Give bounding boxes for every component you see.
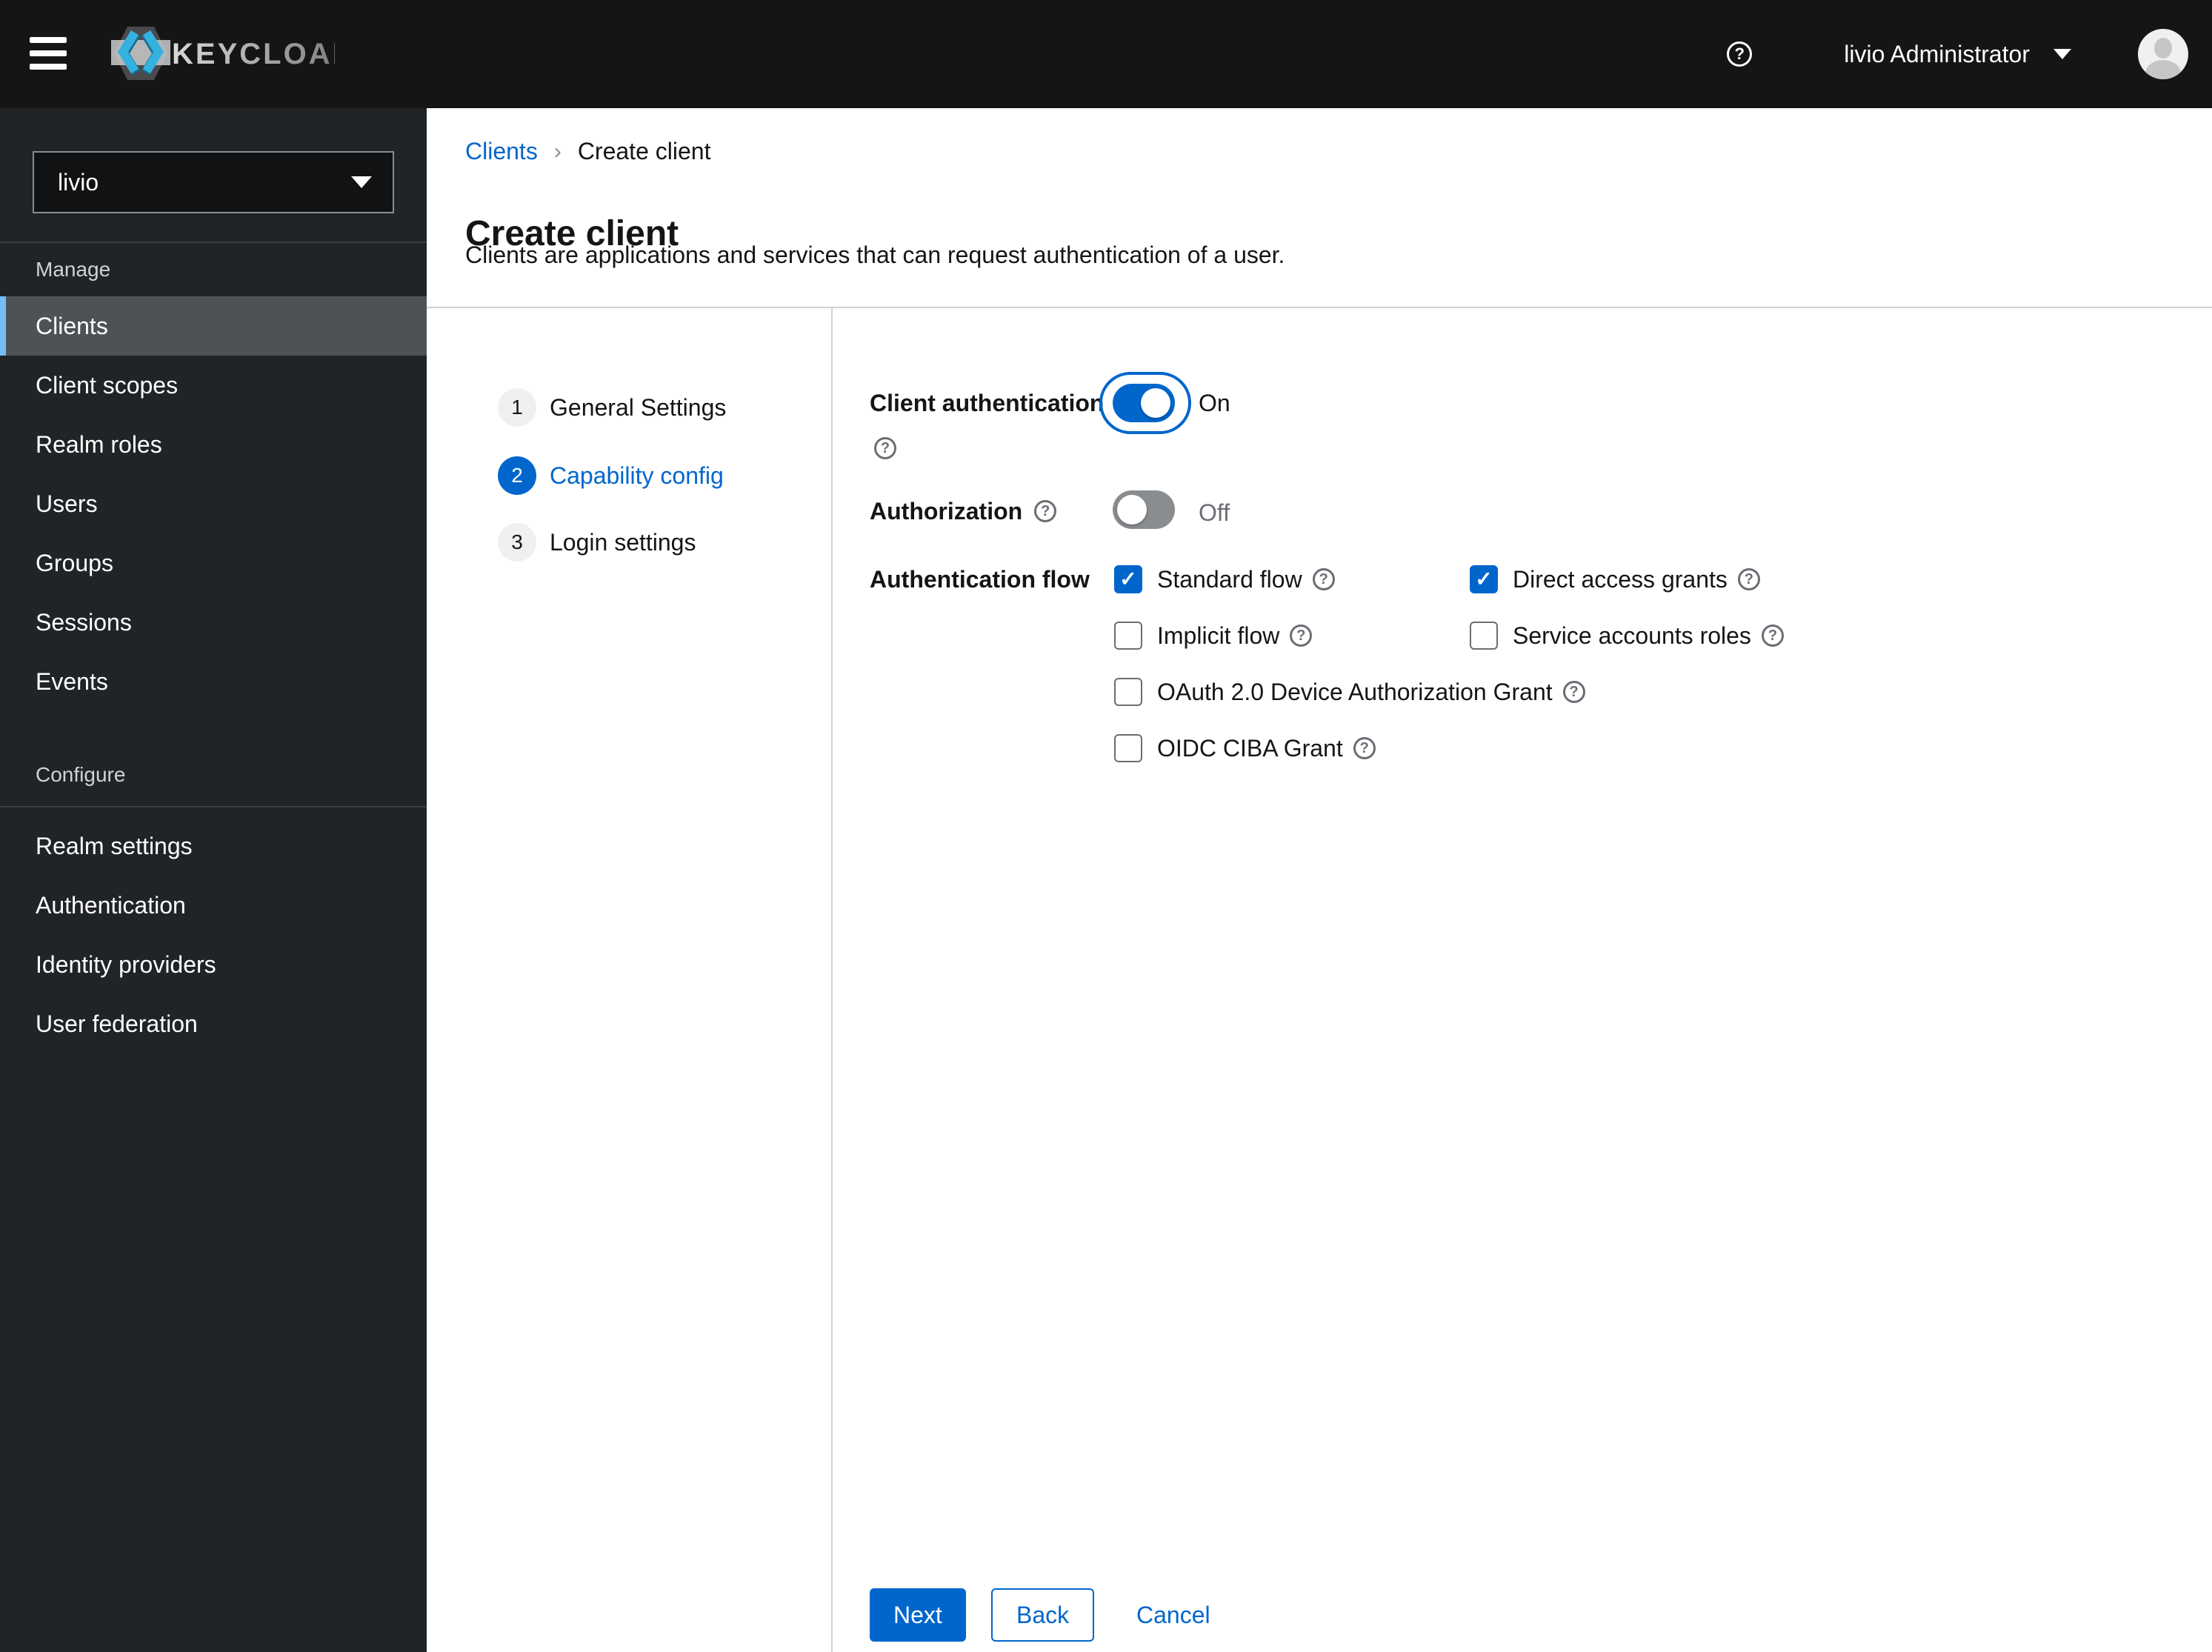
sidebar: livio Manage Clients Client scopes Realm… [0,108,427,1652]
sidebar-item-client-scopes[interactable]: Client scopes [0,356,427,415]
breadcrumb: Clients › Create client [465,138,710,165]
option-oidc-ciba-grant[interactable]: OIDC CIBA Grant [1114,733,1376,763]
checkbox-checked-icon[interactable] [1470,565,1498,593]
sidebar-item-user-federation[interactable]: User federation [0,994,427,1053]
option-label: Direct access grants [1513,565,1728,593]
chevron-down-icon [2053,49,2071,59]
step-number: 1 [498,388,536,427]
authorization-toggle[interactable] [1113,490,1175,529]
sidebar-item-sessions[interactable]: Sessions [0,593,427,652]
client-authentication-toggle[interactable] [1113,384,1175,422]
wizard-step-capability-config[interactable]: 2 Capability config [498,456,724,495]
checkbox-unchecked-icon[interactable] [1114,622,1142,650]
step-label: Capability config [550,462,724,489]
nav-list-manage: Clients Client scopes Realm roles Users … [0,296,427,711]
client-authentication-help-icon[interactable] [874,437,896,459]
cancel-link[interactable]: Cancel [1136,1602,1210,1629]
checkbox-unchecked-icon[interactable] [1114,678,1142,706]
authorization-label-row: Authorization [870,498,1057,524]
client-authentication-state: On [1199,390,1230,416]
back-button[interactable]: Back [991,1588,1095,1642]
toggle-knob [1141,388,1170,418]
next-button[interactable]: Next [870,1588,966,1642]
option-label: Implicit flow [1157,622,1280,649]
checkbox-unchecked-icon[interactable] [1470,622,1498,650]
brand-text: KEYCLOAK [172,38,335,70]
keycloak-logo[interactable]: KEYCLOAK [110,24,335,83]
realm-selector-value: livio [58,168,99,196]
page-description: Clients are applications and services th… [465,242,1285,268]
breadcrumb-clients-link[interactable]: Clients [465,138,538,165]
sidebar-item-identity-providers[interactable]: Identity providers [0,935,427,994]
option-label: Service accounts roles [1513,622,1751,649]
breadcrumb-current: Create client [577,138,711,164]
oidc-ciba-grant-help-icon[interactable] [1353,737,1376,759]
option-service-accounts-roles[interactable]: Service accounts roles [1470,621,1784,650]
toggle-knob [1117,495,1147,524]
authorization-label: Authorization [870,498,1023,524]
authentication-flow-label: Authentication flow [870,566,1090,593]
masthead-toolbar: livio Administrator [1727,0,2212,108]
keycloak-admin-console: KEYCLOAK livio Administrator livio Manag… [0,0,2212,1652]
option-label: Standard flow [1157,565,1302,593]
option-direct-access-grants[interactable]: Direct access grants [1470,564,1760,594]
standard-flow-help-icon[interactable] [1312,568,1335,590]
breadcrumb-chevron-icon: › [553,139,562,164]
checkbox-unchecked-icon[interactable] [1114,734,1142,762]
option-implicit-flow[interactable]: Implicit flow [1114,621,1313,650]
nav-section-configure: Configure [36,763,126,786]
header-divider [427,307,2212,308]
authorization-help-icon[interactable] [1034,500,1057,522]
direct-access-grants-help-icon[interactable] [1737,568,1760,590]
option-label: OAuth 2.0 Device Authorization Grant [1157,678,1553,705]
main-content: Clients › Create client Create client Cl… [427,108,2212,1652]
service-accounts-roles-help-icon[interactable] [1761,625,1784,647]
client-authentication-label: Client authentication [870,390,1105,416]
sidebar-item-events[interactable]: Events [0,652,427,711]
help-icon[interactable] [1727,41,1753,67]
step-number: 3 [498,523,536,562]
nav-list-configure: Realm settings Authentication Identity p… [0,816,427,1053]
wizard-step-login-settings[interactable]: 3 Login settings [498,523,696,562]
authorization-state: Off [1199,499,1230,526]
sidebar-item-groups[interactable]: Groups [0,533,427,593]
step-label: Login settings [550,528,696,556]
sidebar-item-realm-settings[interactable]: Realm settings [0,816,427,876]
checkbox-checked-icon[interactable] [1114,565,1142,593]
step-number: 2 [498,456,536,495]
wizard-step-general-settings[interactable]: 1 General Settings [498,388,726,427]
sidebar-divider [0,806,427,807]
option-label: OIDC CIBA Grant [1157,734,1343,762]
chevron-down-icon [351,176,372,188]
realm-selector[interactable]: livio [33,151,394,213]
option-oauth-device-grant[interactable]: OAuth 2.0 Device Authorization Grant [1114,677,1585,707]
nav-section-manage: Manage [36,258,111,281]
sidebar-item-realm-roles[interactable]: Realm roles [0,415,427,474]
sidebar-item-users[interactable]: Users [0,474,427,533]
sidebar-item-clients[interactable]: Clients [0,296,427,356]
oauth-device-grant-help-icon[interactable] [1562,681,1585,703]
option-standard-flow[interactable]: Standard flow [1114,564,1335,594]
step-label: General Settings [550,393,727,421]
sidebar-item-authentication[interactable]: Authentication [0,876,427,935]
sidebar-divider [0,242,427,243]
masthead: KEYCLOAK livio Administrator [0,0,2212,108]
user-menu-label: livio Administrator [1844,40,2030,67]
user-menu[interactable]: livio Administrator [1844,41,2071,68]
avatar[interactable] [2138,29,2188,79]
wizard-nav-divider [831,308,833,1652]
nav-toggle-icon[interactable] [30,37,67,70]
implicit-flow-help-icon[interactable] [1290,625,1313,647]
